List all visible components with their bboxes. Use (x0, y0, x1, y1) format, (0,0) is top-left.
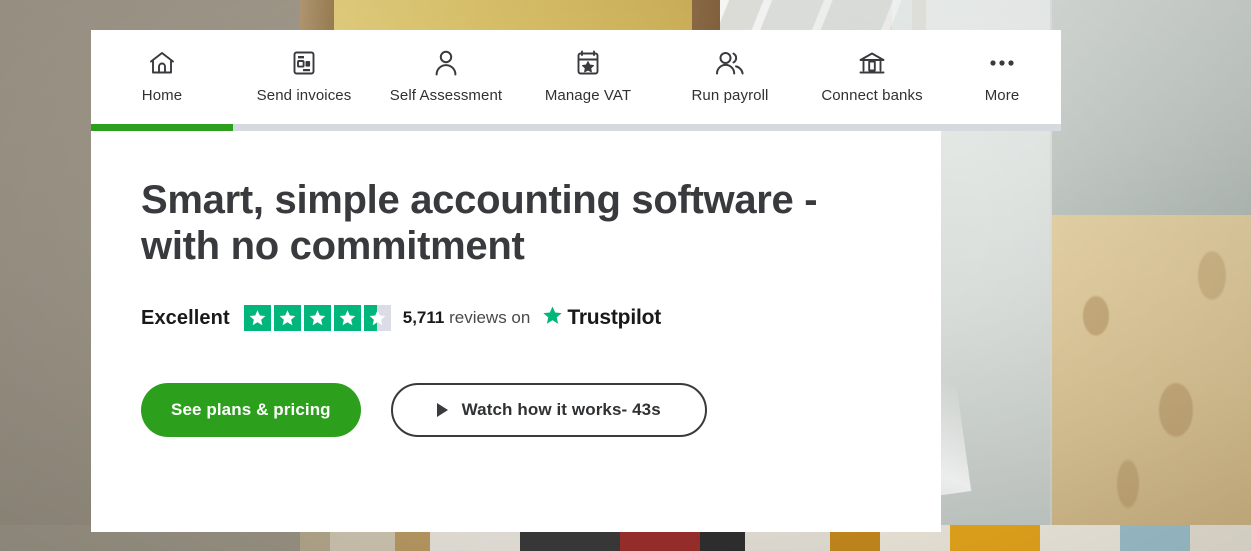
nav-item-label: Manage VAT (544, 87, 632, 104)
primary-navigation: Home Send invoices Self Assessment Manag… (91, 30, 1061, 130)
star-filled-3 (303, 305, 331, 331)
nav-progress-track (91, 124, 1061, 131)
calendar-star-icon (575, 47, 601, 79)
trustpilot-logo[interactable]: Trustpilot (541, 305, 661, 332)
cta-row: See plans & pricing Watch how it works- … (141, 383, 941, 437)
trustpilot-rating[interactable]: Excellent 5,711 reviews on Trustpilot (141, 305, 941, 331)
star-filled-2 (273, 305, 301, 331)
nav-item-connect-banks[interactable]: Connect banks (801, 30, 943, 104)
nav-item-list: Home Send invoices Self Assessment Manag… (91, 30, 1061, 130)
trustpilot-review-count: 5,711 reviews on (403, 308, 531, 328)
hero-panel: Smart, simple accounting software - with… (91, 131, 941, 532)
star-filled-4 (333, 305, 361, 331)
trustpilot-rating-word: Excellent (141, 306, 230, 329)
nav-item-manage-vat[interactable]: Manage VAT (517, 30, 659, 104)
invoice-icon (291, 47, 317, 79)
nav-item-self-assessment[interactable]: Self Assessment (375, 30, 517, 104)
star-filled-1 (243, 305, 271, 331)
bank-icon (858, 47, 886, 79)
review-count-suffix: reviews on (449, 308, 531, 327)
see-plans-and-pricing-button[interactable]: See plans & pricing (141, 383, 361, 437)
nav-item-more[interactable]: More (943, 30, 1061, 104)
nav-item-label: Home (141, 87, 183, 104)
play-icon (436, 403, 448, 417)
nav-item-label: Self Assessment (389, 87, 503, 104)
trustpilot-brand-name: Trustpilot (567, 306, 662, 329)
people-icon (714, 47, 746, 79)
review-count-value: 5,711 (402, 308, 445, 327)
star-half-5 (363, 305, 391, 331)
person-icon (433, 47, 459, 79)
nav-item-send-invoices[interactable]: Send invoices (233, 30, 375, 104)
trustpilot-star-icon (541, 305, 564, 332)
watch-how-it-works-button[interactable]: Watch how it works- 43s (390, 383, 707, 437)
ellipsis-icon (988, 47, 1016, 79)
hero-content: Smart, simple accounting software - with… (91, 131, 941, 437)
nav-progress-fill (91, 124, 233, 131)
home-icon (148, 47, 176, 79)
watch-button-label: Watch how it works- 43s (461, 400, 661, 419)
page-root: Home Send invoices Self Assessment Manag… (0, 0, 1251, 551)
nav-item-label: More (984, 87, 1020, 104)
nav-item-run-payroll[interactable]: Run payroll (659, 30, 801, 104)
trustpilot-stars (243, 305, 391, 331)
nav-item-home[interactable]: Home (91, 30, 233, 104)
page-title: Smart, simple accounting software - with… (141, 178, 818, 268)
nav-item-label: Connect banks (821, 87, 923, 104)
nav-item-label: Run payroll (691, 87, 769, 104)
nav-item-label: Send invoices (256, 87, 352, 104)
